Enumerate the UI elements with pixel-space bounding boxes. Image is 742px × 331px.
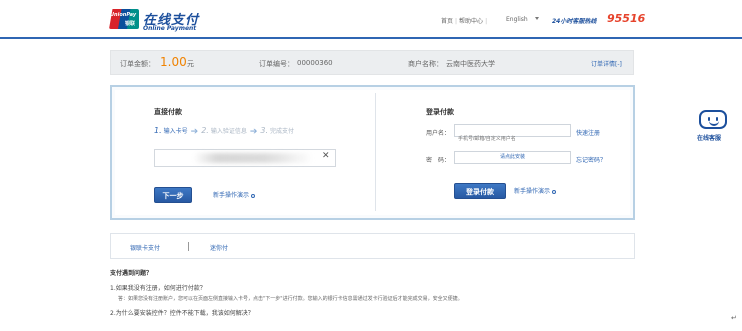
faq-title: 支付遇到问题？ [110,270,153,277]
direct-pay-help-link[interactable]: 新手操作演示 [213,190,256,199]
chat-face-icon [699,110,727,129]
merchant-label: 商户名称： [408,60,443,68]
step-3: 3. 完成支付 [260,126,295,135]
pay-steps: 1. 输入卡号 ➔ 2. 输入验证信息 ➔ 3. 完成支付 [154,126,295,137]
help-circle-icon [251,193,256,198]
step-1: 1. 输入卡号 [154,126,188,135]
card-number-field[interactable] [154,149,336,167]
unionpay-logo[interactable]: UnionPay 银联 [109,9,139,29]
help-circle-icon [552,189,557,194]
arrow-right-icon: ➔ [249,127,258,137]
login-pay-title: 登录付款 [426,108,454,116]
header-divider [0,37,742,39]
order-currency: 元 [187,60,194,68]
nav-separator: | [455,18,458,25]
top-nav: 首页 | 帮助中心 | [441,16,489,25]
tab-unionpay-card[interactable]: 银联卡支付 [130,243,160,252]
login-pay-help-link[interactable]: 新手操作演示 [514,186,557,195]
order-amount-label: 订单金额： [120,60,155,68]
online-service-widget[interactable]: 在线客服 [697,110,731,142]
direct-pay-title: 直接付款 [154,108,182,116]
next-step-button[interactable]: 下一步 [154,187,192,203]
tab-mini-pay[interactable]: 迷你付 [210,243,228,252]
redacted-card-number [193,153,313,163]
username-label: 用户名： [426,130,451,137]
order-amount: 1.00 [160,55,187,69]
site-header: UnionPay 银联 在线支付 Online Payment 首页 | 帮助中心 |… [0,0,742,38]
hotline-number: 95516 [607,12,646,25]
username-input[interactable] [455,133,570,145]
online-service-label: 在线客服 [697,135,722,142]
brand-subtitle: Online Payment [143,25,197,32]
nav-link-home[interactable]: 首页 [441,16,453,25]
language-selector[interactable]: English [506,16,528,23]
order-summary-bar: 订单金额： 1.00 元 订单编号： 00000360 商户名称： 云南中医药大… [110,50,634,75]
faq-question-1: 1.如果我没有注册，如何进行付款？ [110,285,206,292]
faq-question-2: 2.为什么要安装控件？控件不能下载，我该如何解决？ [110,310,254,317]
merchant-name: 云南中医药大学 [446,60,495,68]
chevron-down-icon[interactable] [535,17,539,20]
register-link[interactable]: 快速注册 [576,128,600,137]
hotline-label: 24小时客服热线 [552,18,597,25]
faq-answer-1: 答：如果您没有注册账户，您可以在页面左侧直接输入卡号，点击"下一步"进行付款。您… [118,296,463,302]
payment-method-tabs: 银联卡支付 迷你付 [110,233,635,259]
forgot-password-link[interactable]: 忘记密码？ [576,155,606,164]
step-2: 2. 输入验证信息 [201,126,247,135]
login-pay-button[interactable]: 登录付款 [454,183,506,199]
nav-separator: | [485,18,488,25]
close-icon[interactable]: ✕ [322,151,330,161]
username-field[interactable] [454,124,571,145]
logo-text-cn: 银联 [125,21,136,27]
nav-link-help[interactable]: 帮助中心 [459,16,483,25]
order-detail-link[interactable]: 订单详情[-] [591,59,622,68]
arrow-right-icon: ➔ [190,127,199,137]
logo-text-en: UnionPay [110,12,137,18]
password-label: 密 码： [426,157,451,164]
password-field[interactable]: 请点此安装 [454,151,571,164]
tab-separator [188,242,189,251]
return-arrow-icon: ↵ [731,314,737,322]
order-number-label: 订单编号： [259,60,294,68]
panel-divider [375,93,376,211]
order-number: 00000360 [297,59,333,67]
